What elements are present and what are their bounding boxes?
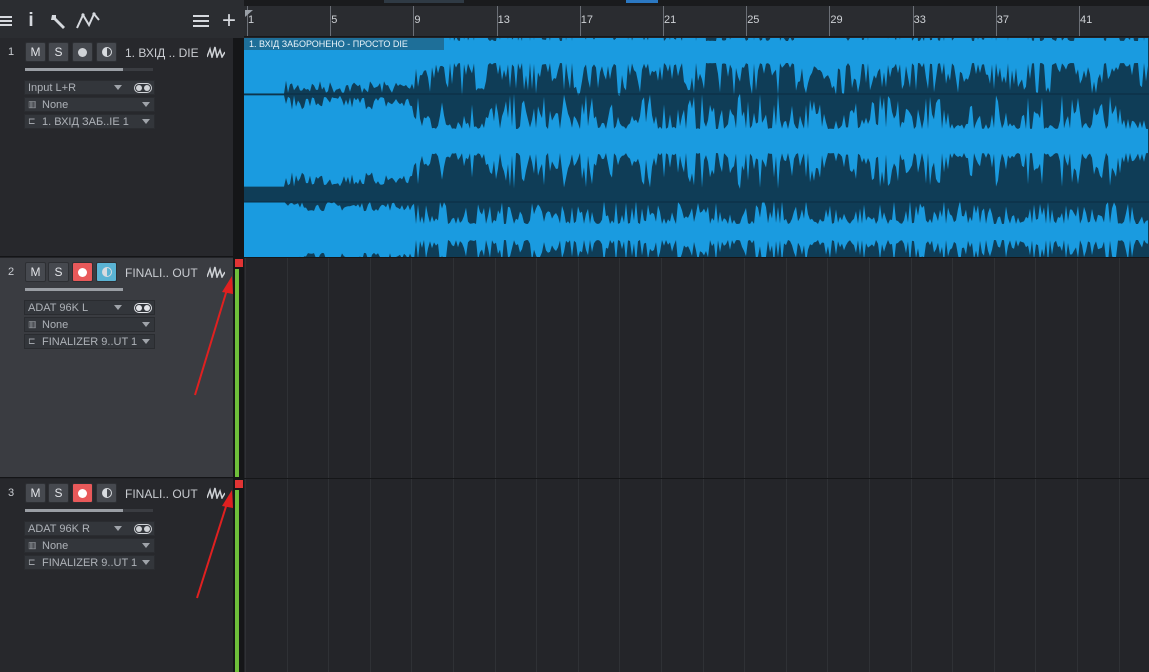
annotation-layer bbox=[194, 276, 233, 599]
daw-window: i + 1 5 9 13 17 21 25 29 33 37 41 1 M S 1. ВХІД ..… bbox=[0, 0, 1149, 672]
annotation-arrow bbox=[196, 490, 233, 599]
annotation-arrow bbox=[194, 276, 233, 396]
